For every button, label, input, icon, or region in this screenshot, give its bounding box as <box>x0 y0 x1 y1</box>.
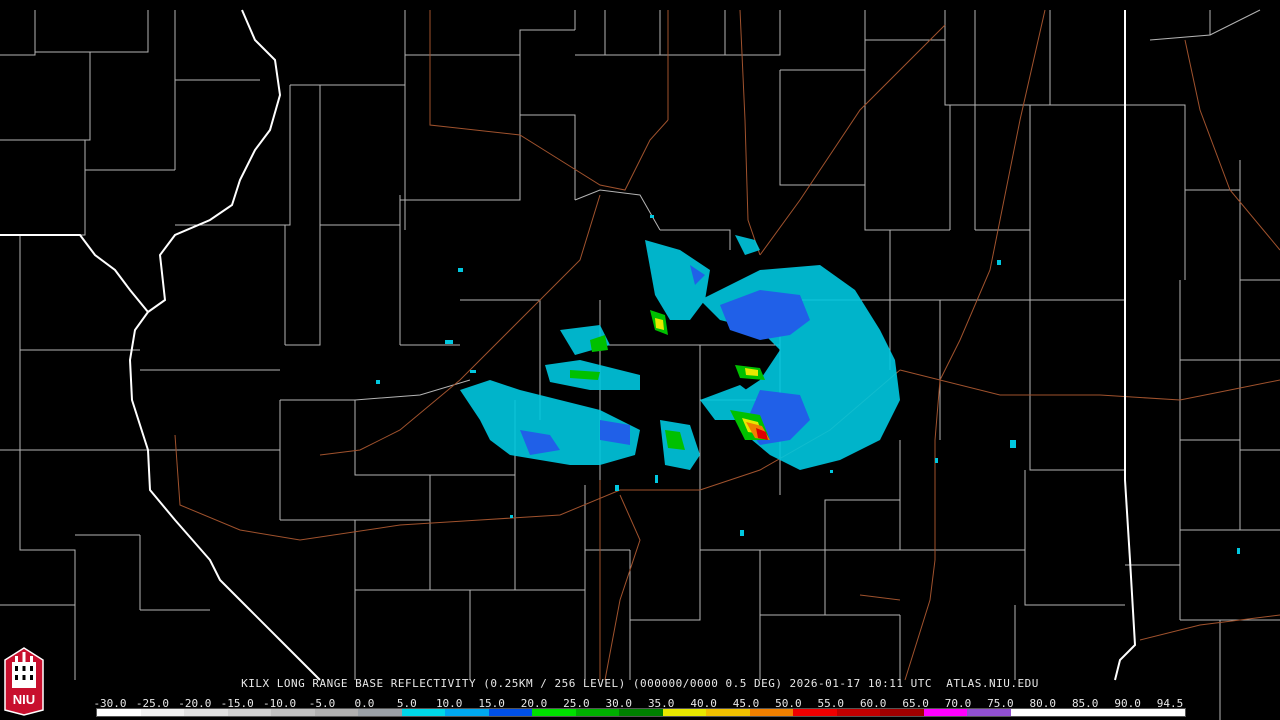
colorscale-segment <box>401 709 446 716</box>
colorscale-segment <box>575 709 620 716</box>
colorscale-segment <box>793 709 837 716</box>
colorscale-segment <box>662 709 707 716</box>
colorscale-segment <box>532 709 576 716</box>
colorscale-segment <box>314 709 359 716</box>
colorscale-segment <box>1054 709 1098 716</box>
colorscale-segment <box>227 709 272 716</box>
logo-text: NIU <box>13 692 35 707</box>
colorscale-segment <box>1141 709 1185 716</box>
colorscale-bar <box>96 708 1186 717</box>
colorscale-segment <box>184 709 228 716</box>
radar-map <box>0 0 1280 720</box>
colorscale-segment <box>967 709 1011 716</box>
colorscale-segment <box>488 709 533 716</box>
colorscale-segment <box>271 709 315 716</box>
map-background <box>0 0 1280 720</box>
colorscale-segment <box>1010 709 1055 716</box>
colorscale-segment <box>749 709 794 716</box>
colorscale-segment <box>619 709 663 716</box>
colorscale-segment <box>140 709 185 716</box>
colorscale-segment <box>445 709 489 716</box>
colorscale-segment <box>358 709 402 716</box>
colorscale-segment <box>923 709 968 716</box>
colorscale-segment <box>97 709 141 716</box>
colorscale-segment <box>706 709 750 716</box>
colorscale-segment <box>836 709 881 716</box>
product-title: KILX LONG RANGE BASE REFLECTIVITY (0.25K… <box>241 677 1039 690</box>
colorscale-segment <box>1097 709 1142 716</box>
colorscale-segment <box>880 709 924 716</box>
